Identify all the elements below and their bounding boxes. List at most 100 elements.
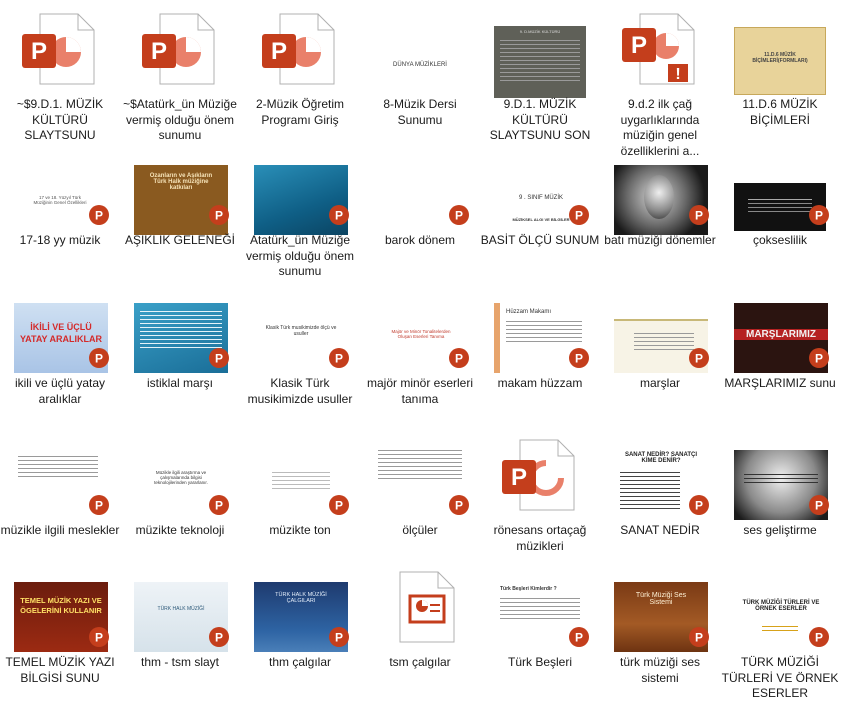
svg-text:P: P <box>575 209 583 223</box>
powerpoint-badge-icon: P <box>569 348 589 368</box>
file-name: 11.D.6 MÜZİK BİÇİMLERİ <box>742 97 818 127</box>
file-thumbnail: Ozanların ve Aşıkların Türk Halk müziğin… <box>120 140 240 235</box>
powerpoint-badge-icon: P <box>809 348 829 368</box>
file-name: barok dönem <box>384 233 456 247</box>
powerpoint-badge-icon: P <box>689 627 709 647</box>
file-name: ~$9.D.1. MÜZİK KÜLTÜRÜ SLAYTSUNU <box>16 97 104 142</box>
file-name: ~$Atatürk_ün Müziğe vermiş olduğu önem s… <box>123 97 237 142</box>
svg-text:P: P <box>455 499 463 513</box>
powerpoint-badge-icon: P <box>809 205 829 225</box>
file-name: TÜRK MÜZİĞİ TÜRLERİ VE ÖRNEK ESERLER <box>721 655 839 700</box>
slide-title: İKİLİ VE ÜÇLÜ YATAY ARALIKLAR <box>19 322 102 344</box>
file-thumbnail: Türk Beşleri Kimlerdir ? P <box>480 562 600 652</box>
file-thumbnail: P <box>120 4 240 94</box>
svg-text:P: P <box>815 631 823 645</box>
file-thumbnail: P <box>120 283 240 373</box>
slide-title: Ozanların ve Aşıkların Türk Halk müziğin… <box>149 173 213 191</box>
file-thumbnail: P <box>480 430 600 520</box>
file-thumbnail: P <box>240 430 360 520</box>
slide-title: TÜRK HALK MÜZİĞİ ÇALGILARI <box>275 592 327 604</box>
svg-text:P: P <box>215 352 223 366</box>
powerpoint-badge-icon: P <box>449 495 469 515</box>
slide-preview: DÜNYA MÜZİKLERİ <box>376 32 464 90</box>
file-thumbnail: P <box>720 430 840 520</box>
powerpoint-file-icon: P <box>262 13 335 85</box>
powerpoint-badge-icon: P <box>209 348 229 368</box>
powerpoint-badge-icon: P <box>569 627 589 647</box>
file-thumbnail: P <box>0 430 120 520</box>
file-thumbnail: P <box>0 4 120 94</box>
file-name: TEMEL MÜZİK YAZI BİLGİSİ SUNU <box>5 655 115 685</box>
powerpoint-badge-icon: P <box>329 495 349 515</box>
file-name: thm çalgılar <box>268 655 332 669</box>
powerpoint-document-icon <box>399 571 455 643</box>
powerpoint-badge-icon: P <box>569 205 589 225</box>
slide-title: 11.D.6 MÜZİK BİÇİMLERİ(FORMLARI) <box>752 52 808 64</box>
file-name: müzikle ilgili meslekler <box>0 523 120 537</box>
svg-text:P: P <box>95 631 103 645</box>
file-name: türk müziği ses sistemi <box>619 655 701 685</box>
powerpoint-badge-icon: P <box>689 348 709 368</box>
svg-text:P: P <box>31 38 47 65</box>
file-thumbnail: 11.D.6 MÜZİK BİÇİMLERİ(FORMLARI) <box>720 4 840 95</box>
powerpoint-badge-icon: P <box>89 205 109 225</box>
svg-text:P: P <box>95 209 103 223</box>
slide-title: TEMEL MÜZİK YAZI VE ÖGELERİNİ KULLANIR <box>20 596 102 615</box>
file-name: batı müziği dönemler <box>604 233 716 247</box>
file-thumbnail: SANAT NEDİR? SANATÇI KİME DENİR? P <box>600 430 720 520</box>
svg-text:P: P <box>335 631 343 645</box>
slide-title: Hüzzam Makamı <box>506 309 552 315</box>
file-thumbnail: TÜRK HALK MÜZİĞİ ÇALGILARI P <box>240 562 360 652</box>
slide-title: DÜNYA MÜZİKLERİ <box>393 62 447 68</box>
svg-text:P: P <box>335 209 343 223</box>
powerpoint-file-icon: P <box>142 13 215 85</box>
file-name: Atatürk_ün Müziğe vermiş olduğu önem sun… <box>245 233 355 278</box>
powerpoint-badge-icon: P <box>329 205 349 225</box>
file-thumbnail: Hüzzam Makamı P <box>480 283 600 373</box>
svg-text:P: P <box>575 631 583 645</box>
file-name: MARŞLARIMIZ sunu <box>724 376 836 390</box>
file-name: 8-Müzik Dersi Sunumu <box>383 97 457 127</box>
powerpoint-badge-icon: P <box>329 348 349 368</box>
file-name: SANAT NEDİR <box>620 523 700 537</box>
powerpoint-sync-file-icon: P <box>502 439 575 511</box>
svg-text:P: P <box>335 499 343 513</box>
svg-text:P: P <box>95 499 103 513</box>
file-thumbnail: Majör ve Minör Tonalitelerden Oluşan Ese… <box>360 283 480 373</box>
svg-text:P: P <box>815 209 823 223</box>
file-thumbnail: Klasik Türk musikimizde ölçü ve usuller … <box>240 283 360 373</box>
file-thumbnail: 17 ve 18. Yüzyıl Türk Müziğinin Genel Öz… <box>0 140 120 235</box>
svg-text:P: P <box>271 38 287 65</box>
file-thumbnail: P <box>600 283 720 373</box>
file-thumbnail: P <box>240 140 360 235</box>
file-thumbnail: 9 . SINIF MÜZİK MÜZİKSEL ALGI VE BİLGİLE… <box>480 140 600 235</box>
file-thumbnail: TÜRK HALK MÜZİĞİ P <box>120 562 240 652</box>
file-thumbnail: DÜNYA MÜZİKLERİ <box>360 4 480 94</box>
file-name: majör minör eserleri tanıma <box>366 376 474 406</box>
svg-text:P: P <box>215 631 223 645</box>
file-name: rönesans ortaçağ müzikleri <box>493 523 587 553</box>
slide-title: MARŞLARIMIZ <box>734 329 828 340</box>
file-name: BASİT ÖLÇÜ SUNUM <box>480 233 600 247</box>
svg-text:P: P <box>695 352 703 366</box>
file-name: marşlar <box>639 376 680 390</box>
file-name: Klasik Türk musikimizde usuller <box>247 376 353 406</box>
powerpoint-badge-icon: P <box>209 627 229 647</box>
file-name: ses geliştirme <box>743 523 817 537</box>
slide-title: Müzikle ilgili araştırma ve çalışmaların… <box>154 470 208 485</box>
file-thumbnail: 9. D.MÜZİK KÜLTÜRÜ <box>480 4 600 98</box>
file-thumbnail: P <box>360 430 480 520</box>
slide-title: 9 . SINIF MÜZİK <box>518 195 563 201</box>
file-thumbnail: P ! <box>600 4 720 94</box>
file-thumbnail: TEMEL MÜZİK YAZI VE ÖGELERİNİ KULLANIR P <box>0 562 120 652</box>
powerpoint-badge-icon: P <box>89 627 109 647</box>
slide-title: Türk Müziği Ses Sistemi <box>635 592 687 606</box>
file-name: müzikte ton <box>269 523 331 537</box>
slide-title: 9. D.MÜZİK KÜLTÜRÜ <box>519 29 561 34</box>
file-thumbnail: Müzikle ilgili araştırma ve çalışmaların… <box>120 430 240 520</box>
file-name: ikili ve üçlü yatay aralıklar <box>14 376 106 406</box>
svg-text:P: P <box>455 352 463 366</box>
svg-text:P: P <box>575 352 583 366</box>
slide-preview: 11.D.6 MÜZİK BİÇİMLERİ(FORMLARI) <box>734 27 826 95</box>
file-name: AŞIKLIK GELENEĞİ <box>124 233 236 247</box>
